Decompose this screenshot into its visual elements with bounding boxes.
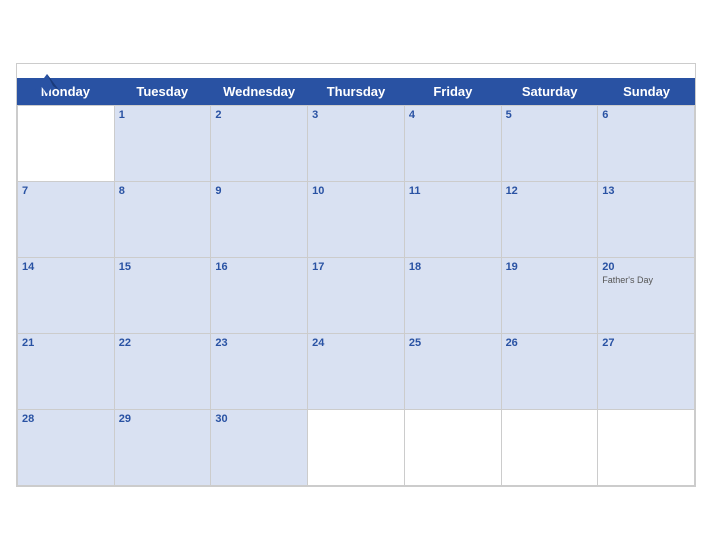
calendar-cell (405, 410, 502, 486)
calendar-cell: 17 (308, 258, 405, 334)
date-number: 30 (215, 413, 303, 425)
calendar-container: MondayTuesdayWednesdayThursdayFridaySatu… (16, 63, 696, 487)
calendar-cell: 6 (598, 106, 695, 182)
calendar-cell: 3 (308, 106, 405, 182)
date-number: 26 (506, 337, 594, 349)
date-number: 23 (215, 337, 303, 349)
date-number: 27 (602, 337, 690, 349)
calendar-cell: 29 (115, 410, 212, 486)
date-number: 15 (119, 261, 207, 273)
calendar-cell: 1 (115, 106, 212, 182)
date-number: 28 (22, 413, 110, 425)
date-number: 12 (506, 185, 594, 197)
calendar-cell: 9 (211, 182, 308, 258)
day-header-tuesday: Tuesday (114, 78, 211, 105)
date-number: 13 (602, 185, 690, 197)
calendar-cell: 7 (18, 182, 115, 258)
calendar-cell: 23 (211, 334, 308, 410)
logo-icon (33, 72, 61, 96)
calendar-header (17, 64, 695, 78)
date-number: 4 (409, 109, 497, 121)
date-number: 20 (602, 261, 690, 273)
calendar-cell: 27 (598, 334, 695, 410)
calendar-cell: 26 (502, 334, 599, 410)
date-number: 6 (602, 109, 690, 121)
date-number: 18 (409, 261, 497, 273)
date-number: 1 (119, 109, 207, 121)
calendar-cell: 11 (405, 182, 502, 258)
date-number: 14 (22, 261, 110, 273)
calendar-cell (502, 410, 599, 486)
days-header: MondayTuesdayWednesdayThursdayFridaySatu… (17, 78, 695, 105)
calendar-grid: 1234567891011121314151617181920Father's … (17, 105, 695, 486)
calendar-cell: 13 (598, 182, 695, 258)
date-number: 29 (119, 413, 207, 425)
calendar-cell: 20 Father's Day (598, 258, 695, 334)
calendar-cell: 28 (18, 410, 115, 486)
calendar-cell: 4 (405, 106, 502, 182)
calendar-cell: 19 (502, 258, 599, 334)
day-header-thursday: Thursday (308, 78, 405, 105)
date-number: 5 (506, 109, 594, 121)
calendar-cell: 2 (211, 106, 308, 182)
date-number: 2 (215, 109, 303, 121)
date-number: 17 (312, 261, 400, 273)
calendar-cell: 24 (308, 334, 405, 410)
date-number: 3 (312, 109, 400, 121)
date-number: 24 (312, 337, 400, 349)
calendar-cell (18, 106, 115, 182)
calendar-cell: 18 (405, 258, 502, 334)
date-number: 25 (409, 337, 497, 349)
calendar-cell: 16 (211, 258, 308, 334)
calendar-cell: 14 (18, 258, 115, 334)
day-header-monday: Monday (17, 78, 114, 105)
calendar-cell: 12 (502, 182, 599, 258)
date-number: 7 (22, 185, 110, 197)
calendar-cell: 15 (115, 258, 212, 334)
calendar-cell: 25 (405, 334, 502, 410)
date-number: 16 (215, 261, 303, 273)
day-header-sunday: Sunday (598, 78, 695, 105)
cell-event: Father's Day (602, 275, 690, 285)
date-number: 11 (409, 185, 497, 197)
date-number: 21 (22, 337, 110, 349)
logo (33, 72, 65, 96)
calendar-cell: 10 (308, 182, 405, 258)
date-number: 9 (215, 185, 303, 197)
date-number: 10 (312, 185, 400, 197)
day-header-friday: Friday (404, 78, 501, 105)
date-number: 19 (506, 261, 594, 273)
calendar-cell (308, 410, 405, 486)
calendar-cell: 22 (115, 334, 212, 410)
date-number: 8 (119, 185, 207, 197)
day-header-saturday: Saturday (501, 78, 598, 105)
calendar-cell: 8 (115, 182, 212, 258)
calendar-cell: 30 (211, 410, 308, 486)
date-number: 22 (119, 337, 207, 349)
day-header-wednesday: Wednesday (211, 78, 308, 105)
calendar-cell: 21 (18, 334, 115, 410)
calendar-cell: 5 (502, 106, 599, 182)
calendar-cell (598, 410, 695, 486)
